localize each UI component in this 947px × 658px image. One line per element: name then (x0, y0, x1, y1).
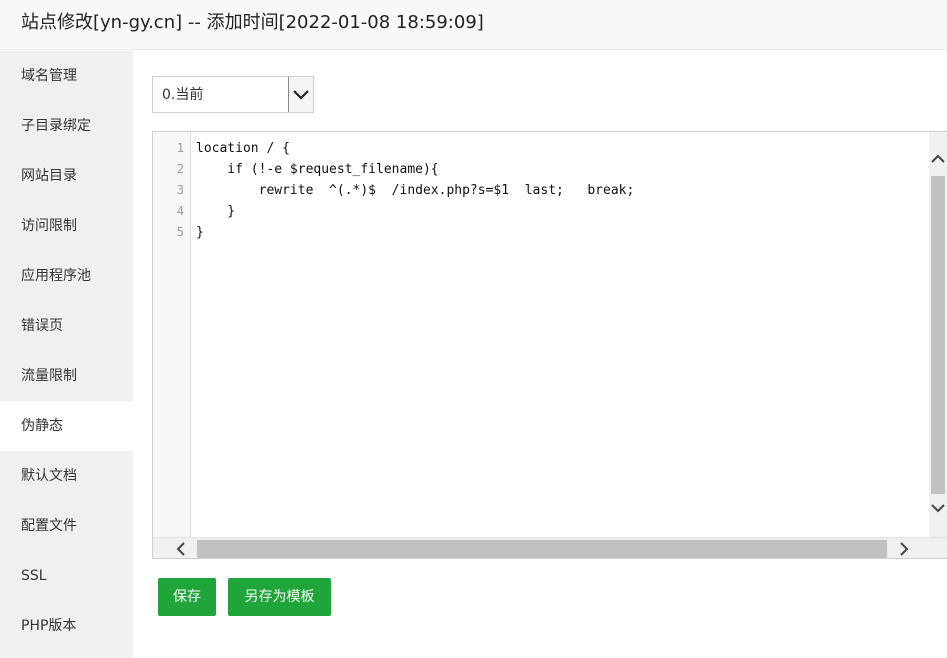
code-line[interactable]: if (!-e $request_filename){ (196, 159, 927, 180)
dialog-title: 站点修改[yn-gy.cn] -- 添加时间[2022-01-08 18:59:… (21, 12, 484, 33)
line-number: 3 (176, 183, 184, 197)
rewrite-rule-select[interactable]: 0.当前 (152, 76, 314, 113)
chevron-right-icon[interactable] (895, 540, 913, 558)
vertical-scroll-thumb[interactable] (931, 176, 945, 494)
dialog-header: 站点修改[yn-gy.cn] -- 添加时间[2022-01-08 18:59:… (0, 0, 947, 50)
chevron-up-icon[interactable] (929, 150, 947, 166)
vertical-scrollbar[interactable] (929, 132, 947, 537)
code-line[interactable]: location / { (196, 138, 927, 159)
line-number: 4 (176, 204, 184, 218)
rewrite-rule-select-value: 0.当前 (162, 87, 204, 103)
sidebar-item-error-page[interactable]: 错误页 (0, 301, 133, 351)
chevron-down-icon[interactable] (929, 500, 947, 516)
save-button[interactable]: 保存 (158, 578, 216, 616)
sidebar-item-access-limit[interactable]: 访问限制 (0, 201, 133, 251)
sidebar-item-traffic-limit[interactable]: 流量限制 (0, 351, 133, 401)
settings-sidebar: 域名管理 子目录绑定 网站目录 访问限制 应用程序池 错误页 流量限制 伪静态 … (0, 51, 133, 658)
line-number: 1 (176, 141, 184, 155)
code-line[interactable]: } (196, 201, 927, 222)
code-line[interactable]: rewrite ^(.*)$ /index.php?s=$1 last; bre… (196, 180, 927, 201)
code-text-area[interactable]: location / { if (!-e $request_filename){… (196, 138, 927, 243)
sidebar-item-domain[interactable]: 域名管理 (0, 51, 133, 101)
line-number: 2 (176, 162, 184, 176)
rewrite-code-editor[interactable]: 1 2 3 4 5 location / { if (!-e $request_… (152, 131, 947, 559)
sidebar-item-php-version[interactable]: PHP版本 (0, 601, 133, 651)
sidebar-item-site-directory[interactable]: 网站目录 (0, 151, 133, 201)
chevron-left-icon[interactable] (171, 540, 189, 558)
sidebar-item-rewrite[interactable]: 伪静态 (0, 401, 133, 451)
chevron-down-icon[interactable] (288, 77, 313, 112)
sidebar-item-default-doc[interactable]: 默认文档 (0, 451, 133, 501)
horizontal-scrollbar[interactable] (153, 537, 947, 558)
line-number-gutter: 1 2 3 4 5 (153, 132, 191, 537)
save-as-template-button[interactable]: 另存为模板 (228, 578, 331, 616)
sidebar-item-config-file[interactable]: 配置文件 (0, 501, 133, 551)
sidebar-item-ssl[interactable]: SSL (0, 551, 133, 601)
code-line[interactable]: } (196, 222, 927, 243)
sidebar-item-subdir-binding[interactable]: 子目录绑定 (0, 101, 133, 151)
line-number: 5 (176, 225, 184, 239)
horizontal-scroll-thumb[interactable] (197, 540, 887, 558)
sidebar-item-app-pool[interactable]: 应用程序池 (0, 251, 133, 301)
